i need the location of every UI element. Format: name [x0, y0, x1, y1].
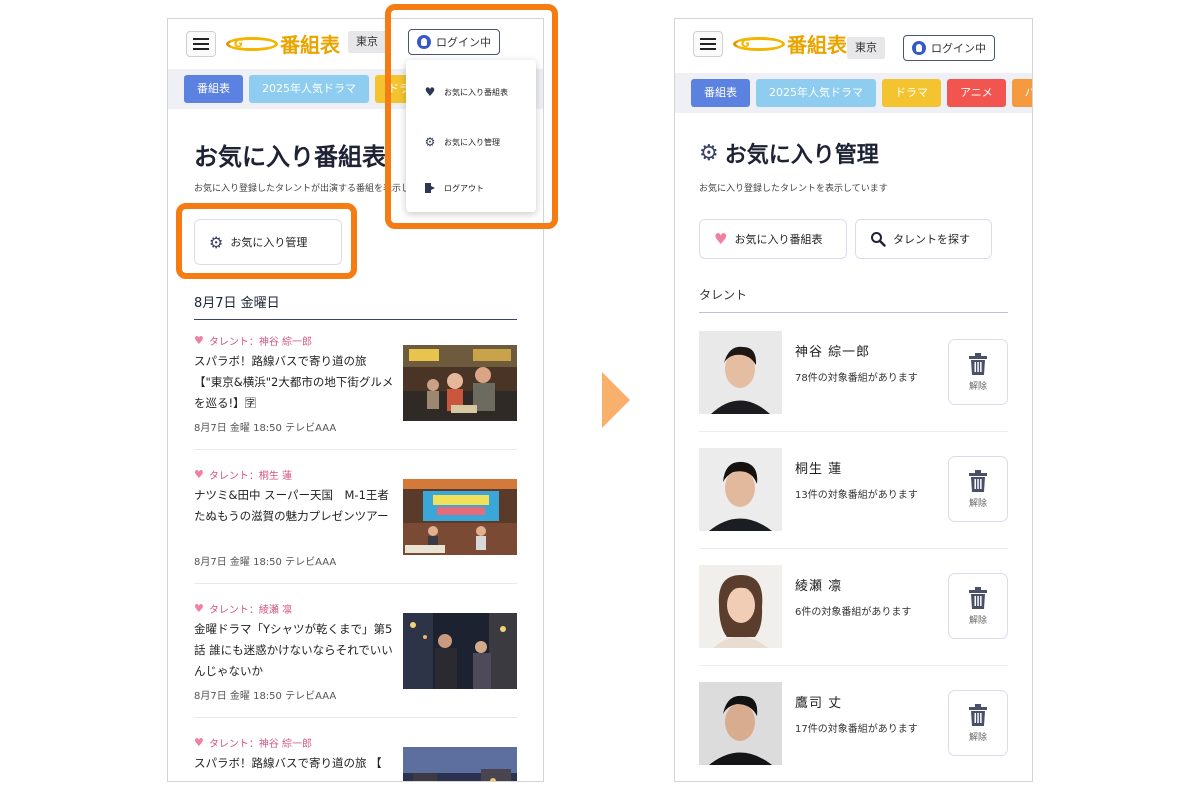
tab-popular-drama[interactable]: 2025年人気ドラマ [249, 75, 369, 103]
gear-icon: ⚙ [699, 140, 719, 166]
heart-icon: ♥ [194, 468, 204, 481]
trash-icon [969, 469, 987, 492]
tab-variety[interactable]: バラエティ [1011, 79, 1032, 107]
section-heading: タレント [699, 288, 748, 302]
program-item[interactable]: ♥ タレント：神谷 綜一郎 スパラボ！路線バスで寄り道の旅 【 [194, 735, 517, 781]
program-divider [194, 717, 517, 718]
app-header: G 番組表 東京 ログイン中 [675, 19, 1032, 67]
remove-favorite-button[interactable]: 解除 [948, 456, 1008, 522]
program-divider [194, 449, 517, 450]
remove-favorite-button[interactable]: 解除 [948, 573, 1008, 639]
page-title: ⚙ お気に入り管理 [699, 140, 879, 169]
trash-icon [969, 352, 987, 375]
remove-label: 解除 [968, 732, 987, 743]
hamburger-menu-button[interactable] [186, 31, 216, 57]
program-divider [194, 583, 517, 584]
talent-photo [699, 682, 782, 765]
talent-divider [699, 548, 1008, 549]
talent-program-count: 13件の対象番組があります [795, 490, 918, 501]
program-meta: 8月7日 金曜 18:50 テレビAAA [194, 557, 337, 568]
highlight-login-menu [385, 4, 558, 229]
talent-row: 綾瀬 凛 6件の対象番組があります 解除 [699, 565, 1008, 682]
program-thumbnail [403, 613, 517, 689]
talent-name: 桐生 蓮 [795, 462, 843, 477]
program-meta: 8月7日 金曜 18:50 テレビAAA [194, 423, 337, 434]
phone-favorites-manage: G 番組表 東京 ログイン中 番組表 2025年人気ドラマ ドラマ アニメ バラ… [674, 18, 1033, 782]
talent-photo [699, 565, 782, 648]
talent-divider [699, 431, 1008, 432]
search-talent-button[interactable]: タレントを探す [855, 219, 992, 259]
next-step-arrow-icon [602, 372, 630, 428]
heart-icon: ♥ [194, 602, 204, 615]
talent-program-count: 17件の対象番組があります [795, 724, 918, 735]
section-divider [699, 312, 1008, 313]
program-title: 金曜ドラマ「Yシャツが乾くまで」第5話 誰にも迷惑かけないならそれでいいんじゃな… [194, 622, 393, 678]
page-title: お気に入り番組表 [194, 143, 386, 171]
talent-row: 神谷 綜一郎 78件の対象番組があります 解除 [699, 331, 1008, 448]
date-divider [194, 319, 517, 320]
program-thumbnail [403, 479, 517, 555]
logo[interactable]: G 番組表 [226, 29, 340, 58]
program-title: スパラボ！路線バスで寄り道の旅 【 [194, 756, 382, 770]
region-selector[interactable]: 東京 [348, 31, 386, 53]
talent-photo [699, 448, 782, 531]
program-thumbnail [403, 747, 517, 781]
talent-divider [699, 665, 1008, 666]
login-label: ログイン中 [931, 42, 986, 55]
trash-icon [969, 586, 987, 609]
logo-text: 番組表 [280, 33, 340, 57]
program-title: ナツミ&田中 スーパー天国 M-1王者たぬもうの滋賀の魅力プレゼンツアー [194, 488, 389, 523]
date-heading: 8月7日 金曜日 [194, 296, 280, 311]
logo-mark: G [733, 33, 785, 55]
talent-name: 神谷 綜一郎 [795, 345, 871, 360]
remove-favorite-button[interactable]: 解除 [948, 690, 1008, 756]
favorites-schedule-button[interactable]: ♥ お気に入り番組表 [699, 219, 847, 259]
search-icon [871, 232, 886, 247]
login-status-button[interactable]: ログイン中 [903, 35, 995, 61]
program-thumbnail [403, 345, 517, 421]
talent-program-count: 6件の対象番組があります [795, 607, 912, 618]
trash-icon [969, 703, 987, 726]
remove-label: 解除 [968, 498, 987, 509]
remove-label: 解除 [968, 381, 987, 392]
remove-favorite-button[interactable]: 解除 [948, 339, 1008, 405]
talent-row: 鷹司 丈 17件の対象番組があります 解除 [699, 682, 1008, 781]
program-item[interactable]: ♥ タレント：神谷 綜一郎 スパラボ！路線バスで寄り道の旅 【"東京&横浜"2大都… [194, 333, 517, 453]
screenshot-stage: G 番組表 東京 ログイン中 番組表 2025年人気ドラマ ドラマ お気に入り番… [0, 0, 1200, 800]
talent-row: 桐生 蓮 13件の対象番組があります 解除 [699, 448, 1008, 565]
heart-icon: ♥ [714, 230, 728, 248]
talent-program-count: 78件の対象番組があります [795, 373, 918, 384]
remove-label: 解除 [968, 615, 987, 626]
tab-schedule[interactable]: 番組表 [691, 79, 750, 107]
highlight-manage-button [176, 203, 357, 279]
heart-icon: ♥ [194, 334, 204, 347]
program-item[interactable]: ♥ タレント：桐生 蓮 ナツミ&田中 スーパー天国 M-1王者たぬもうの滋賀の魅力… [194, 467, 517, 587]
tab-schedule[interactable]: 番組表 [184, 75, 243, 103]
logo-text: 番組表 [787, 33, 847, 57]
talent-photo [699, 331, 782, 414]
program-item[interactable]: ♥ タレント：綾瀬 凛 金曜ドラマ「Yシャツが乾くまで」第5話 誰にも迷惑かけない… [194, 601, 517, 721]
talent-name: 綾瀬 凛 [795, 579, 843, 594]
program-meta: 8月7日 金曜 18:50 テレビAAA [194, 691, 337, 702]
logo[interactable]: G 番組表 [733, 29, 847, 58]
region-selector[interactable]: 東京 [847, 37, 885, 59]
page-subtitle: お気に入り登録したタレントを表示しています [699, 184, 888, 194]
logo-mark: G [226, 33, 278, 55]
heart-icon: ♥ [194, 736, 204, 749]
tab-drama[interactable]: ドラマ [882, 79, 941, 107]
talent-name: 鷹司 丈 [795, 696, 843, 711]
tab-popular-drama[interactable]: 2025年人気ドラマ [756, 79, 876, 107]
hamburger-menu-button[interactable] [693, 31, 723, 57]
program-title: スパラボ！路線バスで寄り道の旅 【"東京&横浜"2大都市の地下街グルメを巡る!】… [194, 354, 394, 410]
category-tabs: 番組表 2025年人気ドラマ ドラマ アニメ バラエティ [675, 73, 1032, 113]
user-icon [912, 41, 926, 55]
tab-anime[interactable]: アニメ [947, 79, 1006, 107]
